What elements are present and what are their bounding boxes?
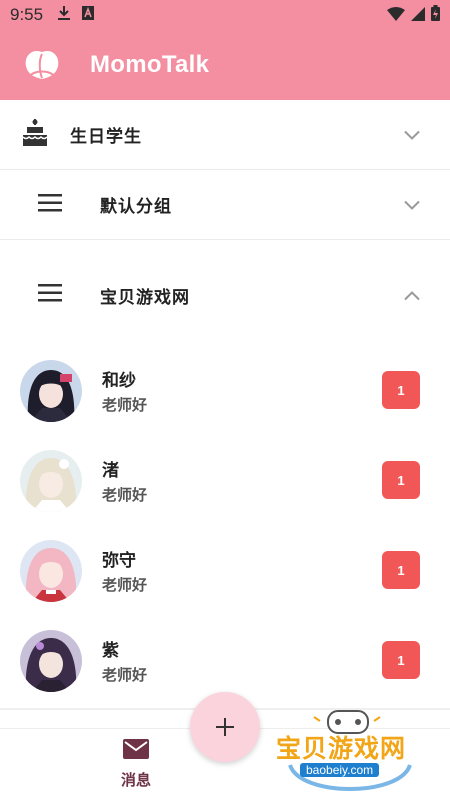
cake-icon [22,118,48,151]
chevron-down-icon[interactable] [404,125,420,144]
contacts: 和纱 老师好 1 渚 老师好 1 弥守 老师好 1 紫 老师好 1 [0,350,450,710]
contact-item[interactable]: 渚 老师好 1 [0,440,450,530]
avatar[interactable] [20,540,82,602]
signal-icon [411,6,425,25]
app-title: MomoTalk [90,51,210,78]
contact-item[interactable]: 和纱 老师好 1 [0,350,450,440]
avatar[interactable] [20,630,82,692]
unread-badge: 1 [382,551,420,589]
contact-list: 生日学生 默认分组 宝贝游戏网 和纱 老师好 1 渚 老师好 1 弥守 老师好 … [0,100,450,710]
status-time: 9:55 [10,5,44,24]
watermark: 宝贝游戏网 baobeiy.com [270,705,430,795]
mail-icon [123,739,149,763]
status-system-icons [387,5,440,25]
group-default[interactable]: 默认分组 [0,170,450,240]
chevron-up-icon[interactable] [404,286,420,305]
contact-message: 老师好 [102,576,148,594]
peach-logo-icon [22,46,62,84]
app-notification-icon [81,5,95,25]
avatar[interactable] [20,450,82,512]
avatar[interactable] [20,360,82,422]
watermark-url: baobeiy.com [300,763,380,777]
group-label: 默认分组 [100,197,172,217]
wifi-icon [387,6,405,25]
chevron-down-icon[interactable] [404,195,420,214]
contact-message: 老师好 [102,486,148,504]
status-bar: 9:55 [0,0,450,30]
contact-name: 弥守 [102,551,136,571]
download-icon [57,5,71,25]
contact-name: 渚 [102,461,119,481]
group-label: 生日学生 [70,127,142,147]
watermark-title: 宝贝游戏网 [276,734,407,763]
group-baobei[interactable]: 宝贝游戏网 [0,240,450,350]
status-notification-icons [57,5,95,25]
group-label: 宝贝游戏网 [100,287,190,308]
unread-badge: 1 [382,461,420,499]
unread-badge: 1 [382,371,420,409]
group-birthday-students[interactable]: 生日学生 [0,100,450,170]
plus-icon [216,718,234,736]
nav-messages-label: 消息 [120,771,151,789]
unread-badge: 1 [382,641,420,679]
nav-messages-tab[interactable]: 消息 [106,739,166,795]
add-button[interactable] [190,692,260,762]
contact-message: 老师好 [102,666,148,684]
menu-icon [38,193,62,216]
contact-name: 紫 [102,641,119,661]
app-bar: MomoTalk [0,30,450,100]
contact-name: 和纱 [102,371,136,391]
battery-icon [431,5,440,25]
contact-message: 老师好 [102,396,148,414]
contact-item[interactable]: 弥守 老师好 1 [0,530,450,620]
menu-icon [38,284,62,306]
